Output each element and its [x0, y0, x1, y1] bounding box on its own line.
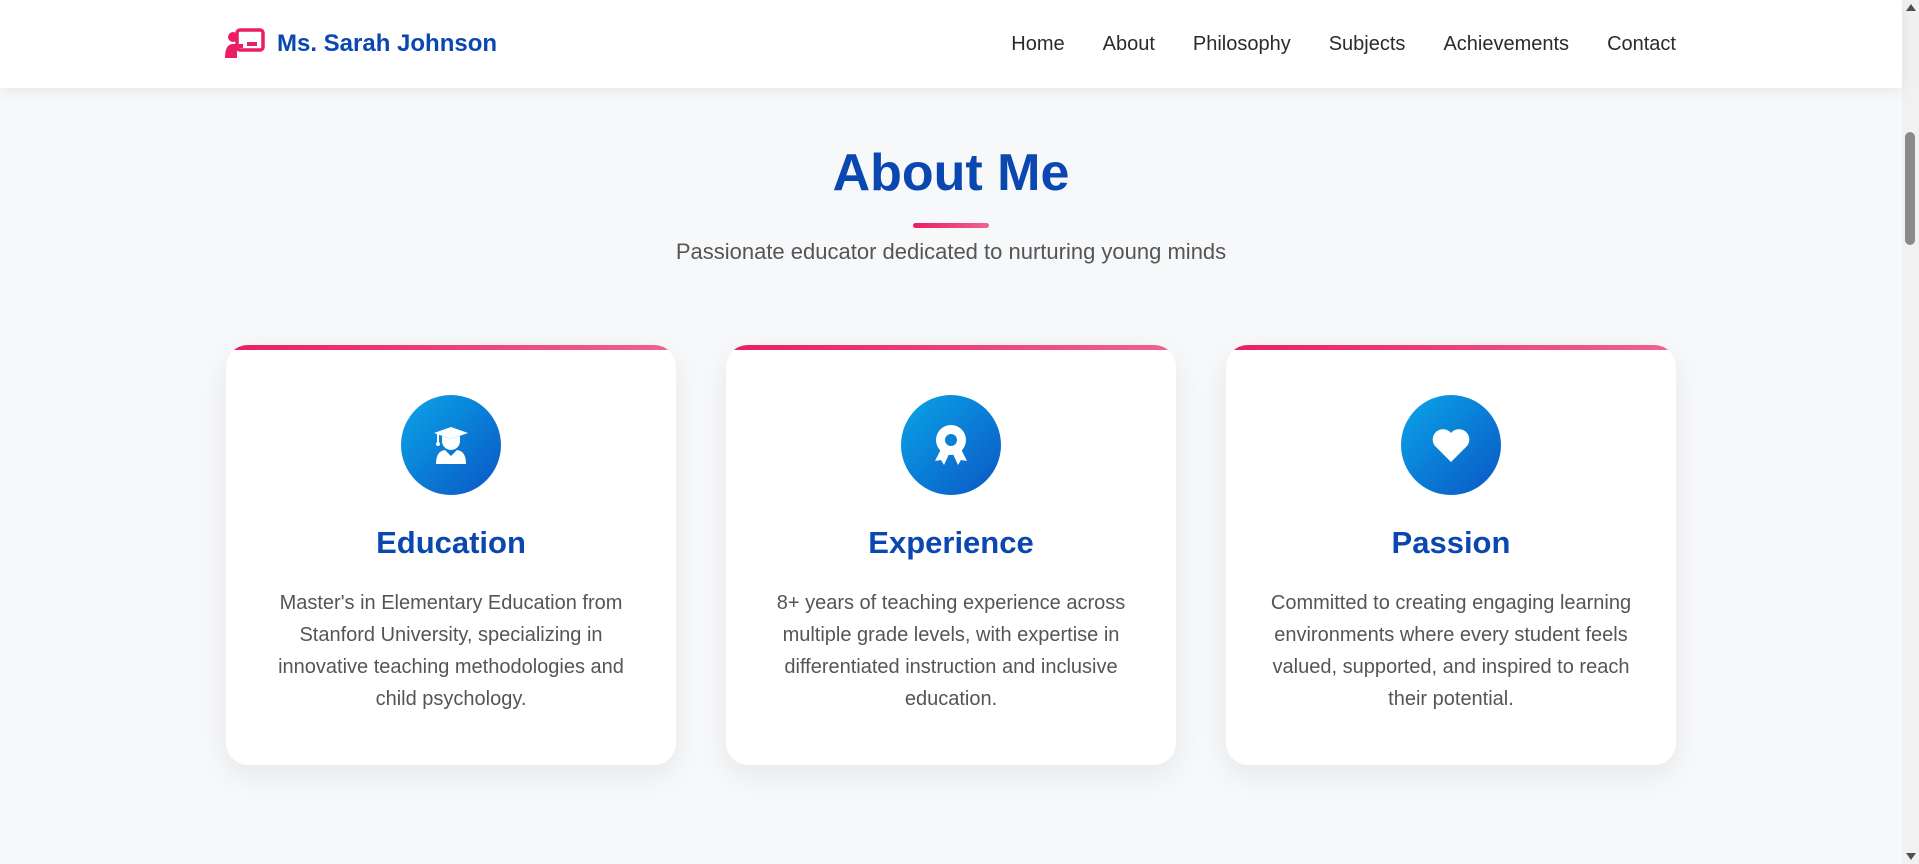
- scroll-up-arrow-icon[interactable]: [1906, 4, 1916, 11]
- card-accent-bar: [726, 345, 1176, 350]
- nav-link-about[interactable]: About: [1103, 33, 1155, 56]
- graduate-icon: [401, 395, 501, 495]
- card-text: Committed to creating engaging learning …: [1270, 592, 1632, 710]
- section-title: About Me: [832, 144, 1070, 202]
- card-title: Education: [376, 525, 526, 560]
- title-underline: [913, 223, 989, 228]
- card-passion: Passion Committed to creating engaging l…: [1226, 345, 1676, 765]
- card-education: Education Master's in Elementary Educati…: [226, 345, 676, 765]
- chalkboard-teacher-icon: [225, 28, 265, 60]
- nav-links: Home About Philosophy Subjects Achieveme…: [1011, 33, 1676, 56]
- card-text: Master's in Elementary Education from St…: [278, 592, 624, 710]
- navbar: Ms. Sarah Johnson Home About Philosophy …: [0, 0, 1902, 88]
- card-title: Passion: [1391, 525, 1511, 560]
- card-accent-bar: [226, 345, 676, 350]
- scroll-thumb[interactable]: [1905, 132, 1915, 245]
- award-icon: [901, 395, 1001, 495]
- scroll-down-arrow-icon[interactable]: [1906, 853, 1916, 860]
- nav-link-philosophy[interactable]: Philosophy: [1193, 33, 1291, 56]
- brand-logo[interactable]: Ms. Sarah Johnson: [225, 28, 497, 60]
- brand-name: Ms. Sarah Johnson: [277, 30, 498, 57]
- nav-link-achievements[interactable]: Achievements: [1443, 33, 1569, 56]
- card-experience: Experience 8+ years of teaching experien…: [726, 345, 1176, 765]
- card-title: Experience: [868, 525, 1034, 560]
- card-text: 8+ years of teaching experience across m…: [776, 592, 1126, 710]
- nav-link-home[interactable]: Home: [1011, 33, 1064, 56]
- section-subtitle: Passionate educator dedicated to nurturi…: [675, 239, 1227, 264]
- nav-link-contact[interactable]: Contact: [1607, 33, 1676, 56]
- page-scrollbar[interactable]: [1902, 0, 1919, 864]
- nav-link-subjects[interactable]: Subjects: [1329, 33, 1406, 56]
- heart-icon: [1401, 395, 1501, 495]
- card-accent-bar: [1226, 345, 1676, 350]
- navbar-inner: Ms. Sarah Johnson Home About Philosophy …: [225, 0, 1676, 88]
